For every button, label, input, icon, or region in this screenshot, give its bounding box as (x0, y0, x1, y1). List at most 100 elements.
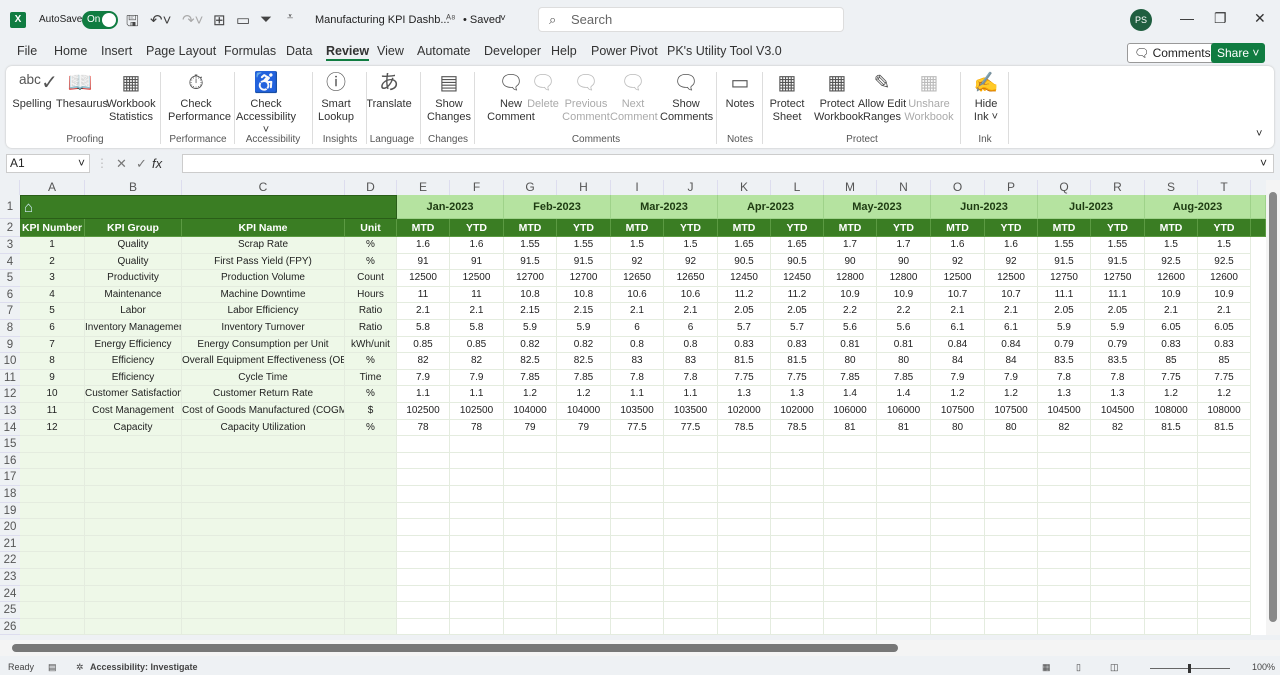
empty-cell[interactable] (1198, 502, 1251, 520)
empty-cell[interactable] (824, 502, 877, 520)
kpi-cell[interactable]: Maintenance (85, 286, 182, 304)
saved-status[interactable]: • Saved (463, 14, 501, 26)
empty-cell[interactable] (345, 486, 397, 503)
empty-cell[interactable] (931, 452, 985, 470)
kpi-cell[interactable]: 106000 (824, 403, 877, 420)
kpi-cell[interactable]: 84 (931, 353, 985, 370)
kpi-cell[interactable]: 11.2 (718, 286, 771, 304)
empty-cell[interactable] (611, 585, 664, 603)
kpi-cell[interactable]: 0.83 (771, 336, 824, 354)
month-header[interactable]: Apr-2023 (718, 195, 824, 219)
kpi-cell[interactable]: 0.81 (877, 336, 931, 354)
kpi-cell[interactable]: 5.9 (1038, 320, 1091, 337)
empty-cell[interactable] (1038, 535, 1091, 553)
kpi-cell[interactable]: 12650 (664, 270, 718, 287)
kpi-cell[interactable]: Production Volume (182, 270, 345, 287)
kpi-cell[interactable]: 12800 (877, 270, 931, 287)
kpi-cell[interactable]: 10 (20, 386, 85, 403)
empty-cell[interactable] (85, 519, 182, 536)
kpi-cell[interactable]: 91.5 (1091, 253, 1145, 271)
empty-cell[interactable] (397, 519, 450, 536)
ribbon-button-statistics[interactable]: ▦ Workbook Statistics (104, 70, 158, 124)
kpi-cell[interactable]: 0.84 (985, 336, 1038, 354)
tab-view[interactable]: View (377, 44, 404, 58)
kpi-cell[interactable]: 12800 (824, 270, 877, 287)
empty-cell[interactable] (450, 552, 504, 569)
column-title[interactable]: KPI Number (20, 219, 85, 237)
empty-cell[interactable] (931, 535, 985, 553)
empty-cell[interactable] (877, 618, 931, 635)
empty-cell[interactable] (1038, 436, 1091, 453)
kpi-cell[interactable]: 2.2 (824, 303, 877, 320)
kpi-cell[interactable]: 91 (397, 253, 450, 271)
kpi-cell[interactable]: 1.3 (718, 386, 771, 403)
empty-cell[interactable] (345, 436, 397, 453)
empty-cell[interactable] (345, 535, 397, 553)
empty-cell[interactable] (450, 569, 504, 586)
empty-cell[interactable] (771, 469, 824, 486)
empty-cell[interactable] (182, 452, 345, 470)
kpi-cell[interactable]: 7.75 (771, 369, 824, 387)
empty-cell[interactable] (664, 486, 718, 503)
kpi-cell[interactable]: 12450 (771, 270, 824, 287)
kpi-cell[interactable]: 12 (20, 419, 85, 437)
kpi-cell[interactable]: 12500 (397, 270, 450, 287)
empty-cell[interactable] (664, 502, 718, 520)
empty-cell[interactable] (931, 618, 985, 635)
column-header-R[interactable]: R (1091, 180, 1145, 195)
kpi-cell[interactable]: 81.5 (1198, 419, 1251, 437)
ribbon-button-show-comments[interactable]: 🗨 Show Comments (660, 70, 713, 124)
empty-cell[interactable] (1145, 452, 1198, 470)
kpi-cell[interactable]: 1.1 (397, 386, 450, 403)
empty-cell[interactable] (557, 486, 611, 503)
ytd-header[interactable]: YTD (450, 219, 504, 237)
empty-cell[interactable] (931, 585, 985, 603)
kpi-cell[interactable]: 2.05 (1038, 303, 1091, 320)
kpi-cell[interactable]: 2.1 (664, 303, 718, 320)
empty-cell[interactable] (182, 535, 345, 553)
cancel-icon[interactable]: ✕ (116, 154, 127, 173)
kpi-cell[interactable]: 1.3 (1038, 386, 1091, 403)
picture-icon[interactable]: ▭ (236, 11, 250, 29)
kpi-cell[interactable]: 77.5 (664, 419, 718, 437)
kpi-cell[interactable]: 81.5 (718, 353, 771, 370)
kpi-cell[interactable]: 10.9 (1145, 286, 1198, 304)
mtd-header[interactable]: MTD (397, 219, 450, 237)
empty-cell[interactable] (345, 469, 397, 486)
ribbon-button-abc-check[interactable]: ᵃᵇᶜ✓ Spelling (10, 70, 57, 111)
empty-cell[interactable] (450, 585, 504, 603)
kpi-cell[interactable]: 2.05 (771, 303, 824, 320)
empty-cell[interactable] (345, 502, 397, 520)
kpi-cell[interactable]: 10.6 (611, 286, 664, 304)
empty-cell[interactable] (771, 502, 824, 520)
kpi-cell[interactable]: Labor (85, 303, 182, 320)
empty-cell[interactable] (985, 569, 1038, 586)
empty-cell[interactable] (1091, 436, 1145, 453)
normal-view-icon[interactable]: ▦ (1042, 662, 1051, 673)
expand-formula-icon[interactable]: ˅ (1260, 156, 1267, 170)
kpi-cell[interactable]: 0.82 (504, 336, 557, 354)
empty-cell[interactable] (771, 602, 824, 619)
empty-cell[interactable] (1091, 502, 1145, 520)
kpi-cell[interactable]: 78.5 (718, 419, 771, 437)
ribbon-button-ink[interactable]: ✍ Hide Ink ˅ (968, 70, 1004, 124)
kpi-cell[interactable]: 2.05 (718, 303, 771, 320)
empty-cell[interactable] (1091, 602, 1145, 619)
row-header-26[interactable]: 26 (0, 618, 20, 635)
kpi-cell[interactable]: 80 (931, 419, 985, 437)
empty-cell[interactable] (931, 436, 985, 453)
empty-cell[interactable] (664, 569, 718, 586)
empty-cell[interactable] (1038, 469, 1091, 486)
empty-cell[interactable] (824, 452, 877, 470)
empty-cell[interactable] (1091, 585, 1145, 603)
kpi-cell[interactable]: 0.85 (450, 336, 504, 354)
empty-cell[interactable] (611, 618, 664, 635)
kpi-cell[interactable]: 7 (20, 336, 85, 354)
kpi-cell[interactable]: 92 (985, 253, 1038, 271)
empty-cell[interactable] (20, 552, 85, 569)
tab-home[interactable]: Home (54, 44, 87, 58)
kpi-cell[interactable]: 83.5 (1091, 353, 1145, 370)
kpi-cell[interactable]: 9 (20, 369, 85, 387)
month-header[interactable]: May-2023 (824, 195, 931, 219)
kpi-cell[interactable]: Efficiency (85, 369, 182, 387)
